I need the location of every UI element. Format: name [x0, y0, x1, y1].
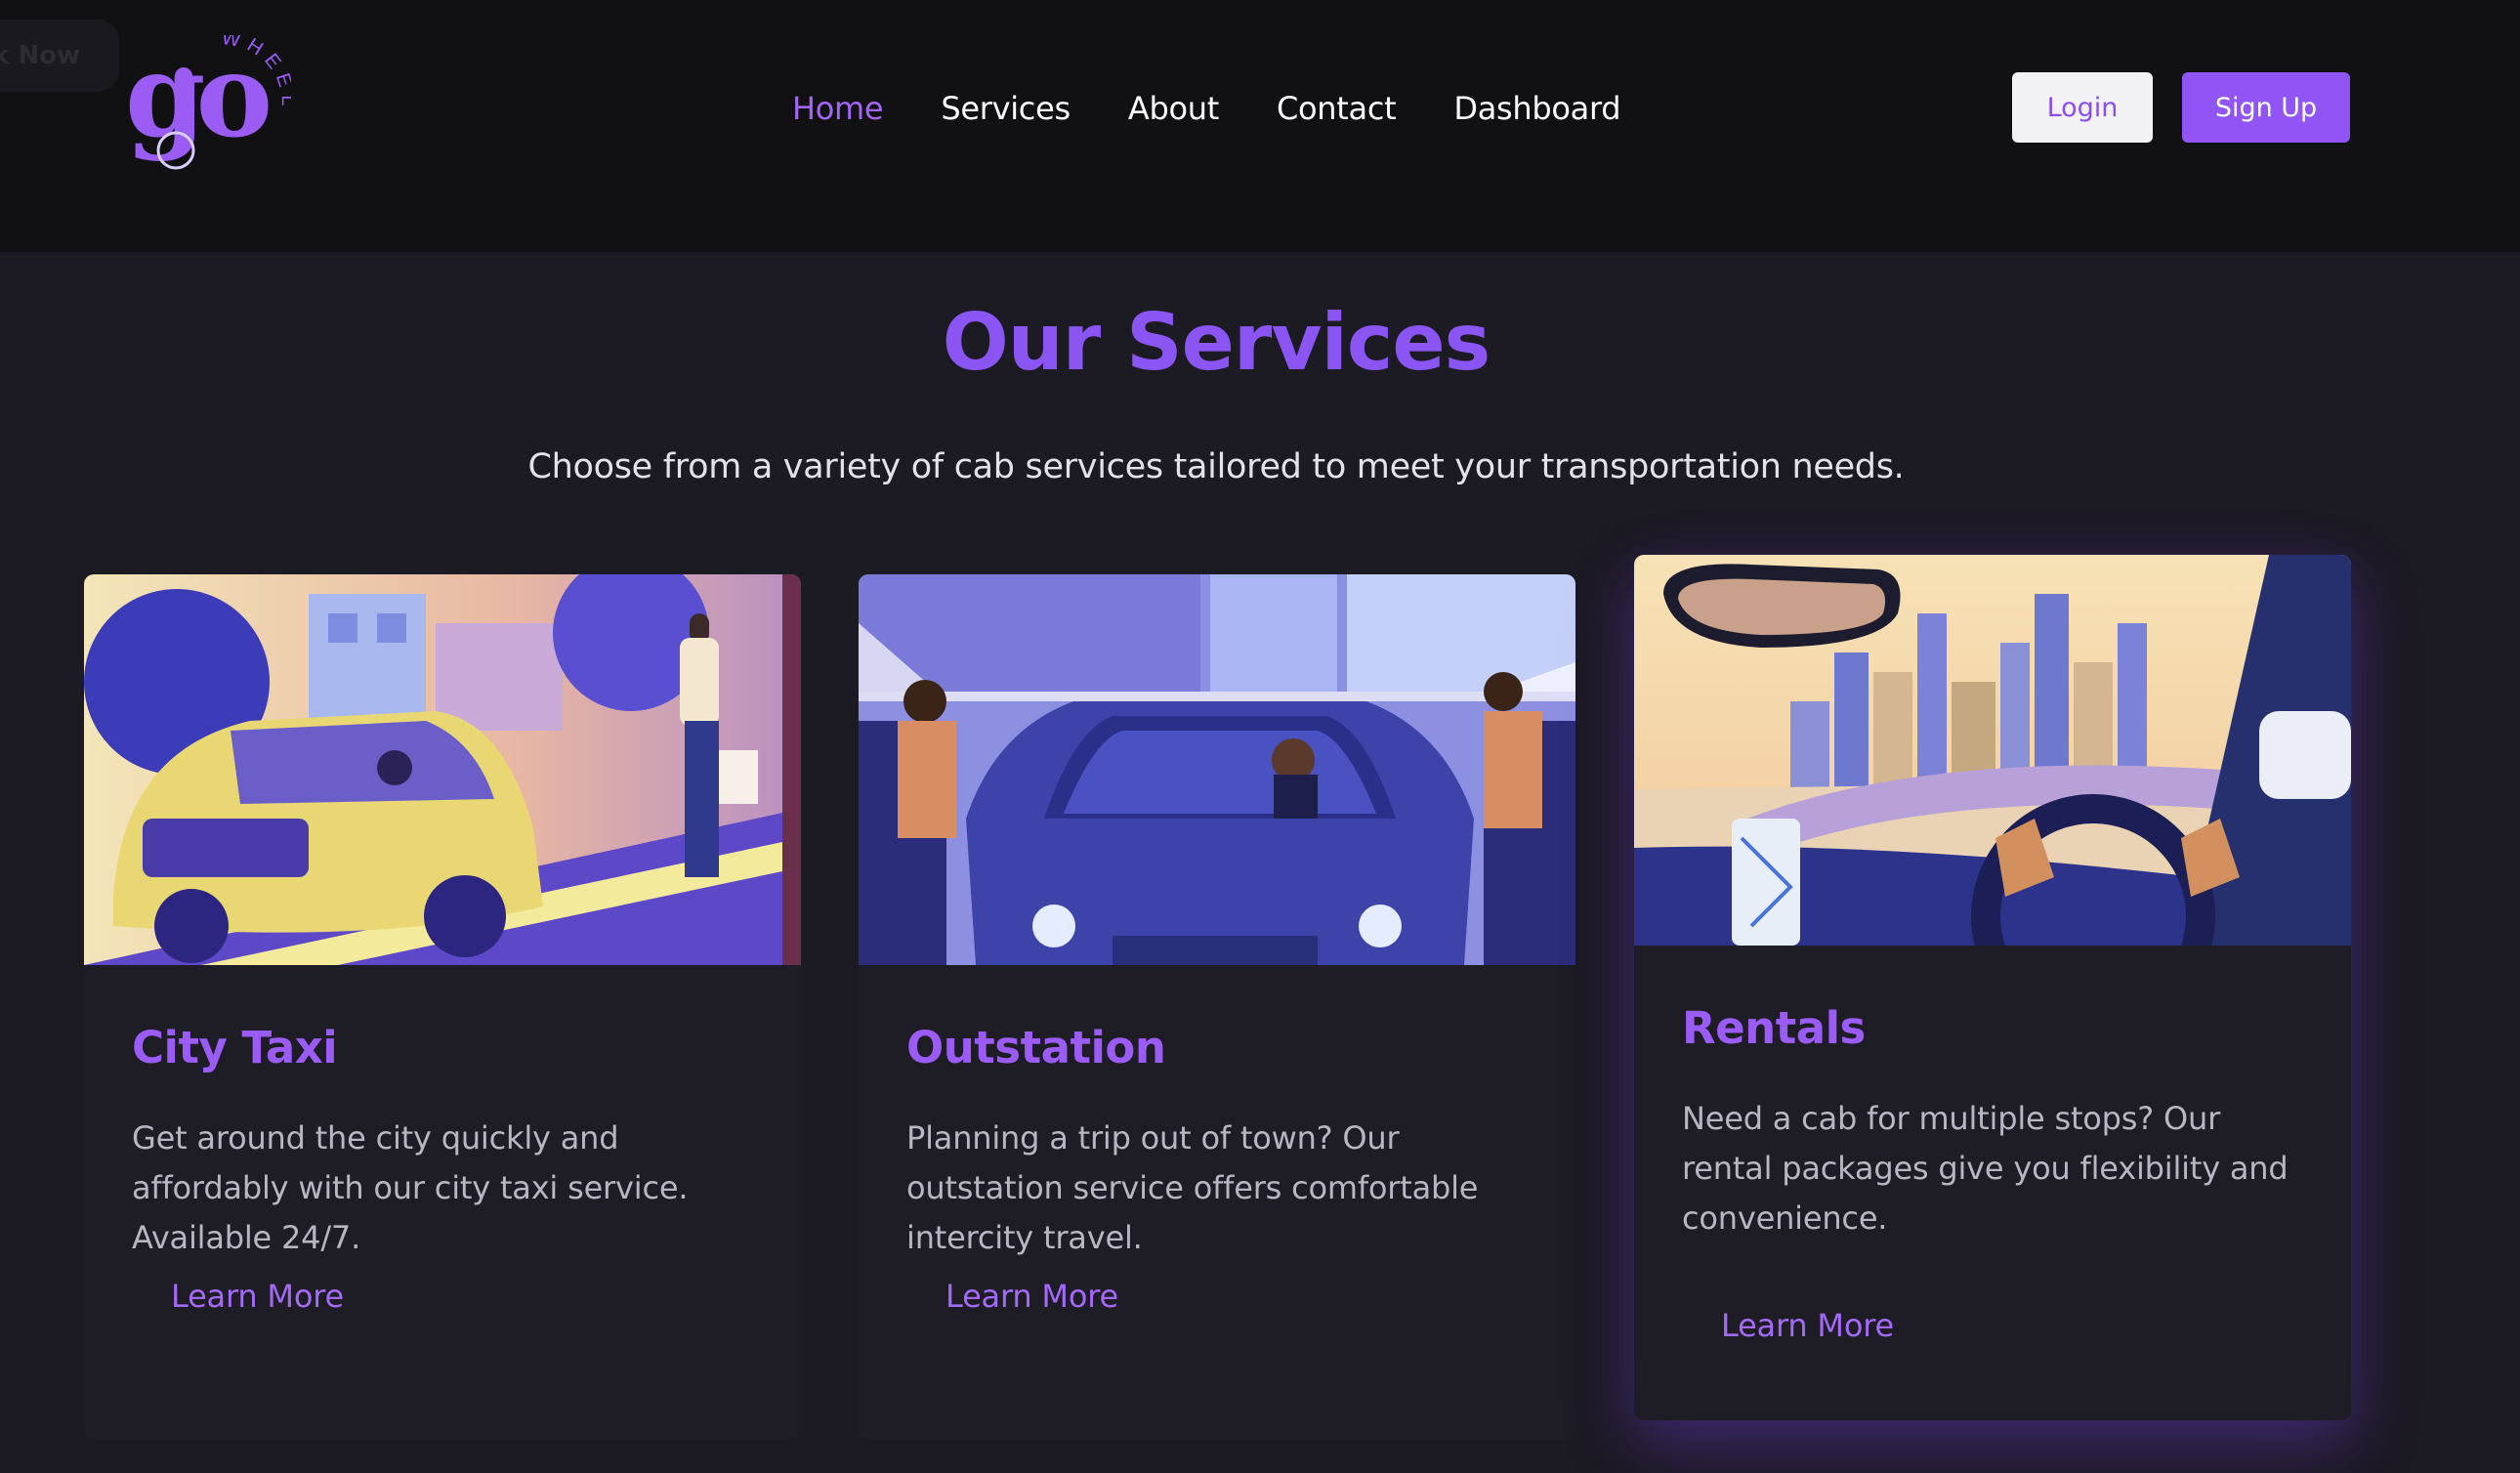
card-title: City Taxi [132, 1022, 338, 1073]
nav-dashboard[interactable]: Dashboard [1453, 90, 1620, 127]
services-subtitle: Choose from a variety of cab services ta… [527, 447, 1905, 486]
main-nav: Home Services About Contact Dashboard [792, 84, 1621, 133]
login-button[interactable]: Login [2012, 72, 2153, 143]
service-card-outstation: Outstation Planning a trip out of town? … [859, 574, 1575, 1440]
service-card-rentals: Rentals Need a cab for multiple stops? O… [1634, 555, 2351, 1420]
logo-dot [175, 67, 192, 85]
card-description: Need a cab for multiple stops? Our renta… [1682, 1100, 2289, 1237]
nav-about[interactable]: About [1128, 90, 1219, 127]
outstation-illustration [859, 574, 1575, 965]
learn-more-link[interactable]: Learn More [171, 1278, 344, 1315]
services-title: Our Services [942, 297, 1491, 388]
book-now-button[interactable]: k Now [0, 20, 119, 92]
learn-more-link[interactable]: Learn More [1721, 1307, 1894, 1344]
card-description: Get around the city quickly and affordab… [132, 1119, 689, 1256]
city-taxi-illustration [84, 574, 801, 965]
card-title: Rentals [1682, 1002, 1866, 1054]
card-description: Planning a trip out of town? Our outstat… [906, 1119, 1479, 1256]
nav-services[interactable]: Services [941, 90, 1071, 127]
site-header: k Now go WHEELS Home Services About Cont… [0, 0, 2520, 252]
nav-contact[interactable]: Contact [1277, 90, 1397, 127]
signup-button[interactable]: Sign Up [2182, 72, 2350, 143]
service-card-city-taxi: City Taxi Get around the city quickly an… [84, 574, 801, 1440]
learn-more-link[interactable]: Learn More [945, 1278, 1118, 1315]
rentals-illustration [1634, 555, 2351, 946]
go-wheels-logo[interactable]: go WHEELS [123, 35, 291, 172]
nav-home[interactable]: Home [792, 90, 884, 127]
book-now-label: k Now [0, 41, 80, 70]
card-title: Outstation [906, 1022, 1166, 1073]
